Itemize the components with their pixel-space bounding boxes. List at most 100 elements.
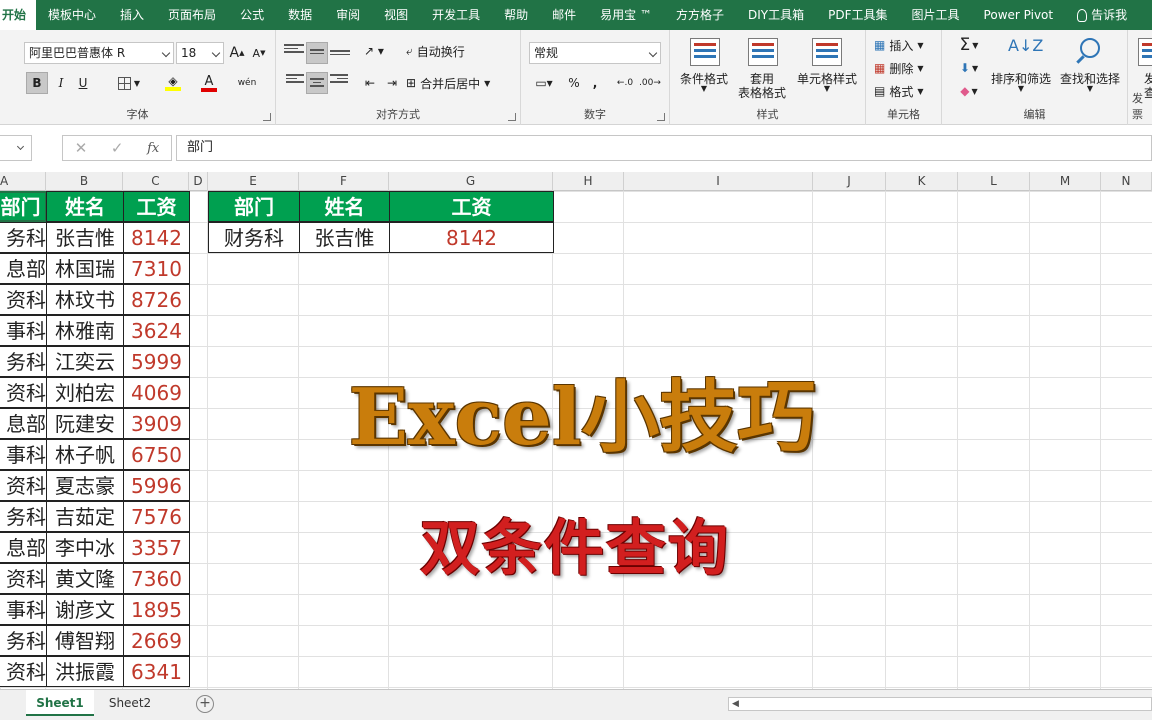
shrink-font-button[interactable]: A ▼ (250, 42, 268, 64)
autosum-button[interactable]: Σ ▼ (954, 34, 984, 56)
column-header[interactable]: G (389, 172, 553, 191)
table-cell[interactable]: 林国瑞 (46, 253, 124, 284)
table-cell[interactable]: 7310 (123, 253, 190, 284)
horizontal-scrollbar[interactable]: ◀ (728, 697, 1152, 711)
column-header[interactable]: A (0, 172, 46, 191)
formula-input[interactable]: 部门 (176, 135, 1152, 161)
insert-function-icon[interactable]: fx (147, 141, 159, 156)
table-header-cell[interactable]: 工资 (123, 191, 190, 222)
table-cell[interactable]: 务科 (0, 501, 47, 532)
table-cell[interactable]: 务科 (0, 346, 47, 377)
column-header[interactable]: I (624, 172, 813, 191)
table-cell[interactable]: 5996 (123, 470, 190, 501)
clear-button[interactable]: ◆ ▼ (954, 80, 984, 102)
merge-center-button[interactable]: ⊞ 合并后居中 ▼ (406, 72, 506, 94)
table-cell[interactable]: 6750 (123, 439, 190, 470)
column-header[interactable]: H (553, 172, 624, 191)
table-cell[interactable]: 傅智翔 (46, 625, 124, 656)
table-cell[interactable]: 事科 (0, 315, 47, 346)
table-cell[interactable]: 洪振霞 (46, 656, 124, 687)
underline-button[interactable]: U (74, 72, 92, 94)
align-bottom-button[interactable] (330, 40, 350, 62)
table-cell[interactable]: 事科 (0, 439, 47, 470)
table-cell[interactable]: 林玟书 (46, 284, 124, 315)
format-as-table-button[interactable]: 套用 表格格式 (732, 30, 792, 102)
menu-tab[interactable]: 审阅 (324, 0, 372, 30)
table-cell[interactable]: 资科 (0, 563, 47, 594)
menu-tab[interactable]: DIY工具箱 (736, 0, 816, 30)
table-cell[interactable]: 李中冰 (46, 532, 124, 563)
conditional-format-button[interactable]: 条件格式 ▼ (674, 30, 734, 102)
table-cell[interactable]: 务科 (0, 222, 47, 253)
menu-tab[interactable]: 数据 (276, 0, 324, 30)
menu-tab[interactable]: 视图 (372, 0, 420, 30)
insert-cells-button[interactable]: ▦ 插入 ▼ (874, 34, 936, 56)
column-header[interactable]: J (813, 172, 886, 191)
comma-button[interactable]: , (587, 72, 603, 94)
menu-tab[interactable]: 邮件 (540, 0, 588, 30)
menu-tab[interactable]: 图片工具 (900, 0, 972, 30)
table-cell[interactable]: 资科 (0, 284, 47, 315)
menu-tab[interactable]: 插入 (108, 0, 156, 30)
table-cell[interactable]: 7360 (123, 563, 190, 594)
table-cell[interactable]: 林子帆 (46, 439, 124, 470)
scroll-left-icon[interactable]: ◀ (732, 699, 739, 709)
add-sheet-icon[interactable]: + (196, 695, 214, 713)
dialog-launcher-icon[interactable] (508, 113, 516, 121)
menu-tab[interactable]: 页面布局 (156, 0, 228, 30)
column-header[interactable]: M (1030, 172, 1101, 191)
menu-tab[interactable]: 方方格子 (664, 0, 736, 30)
table-cell[interactable]: 3357 (123, 532, 190, 563)
table-cell[interactable]: 5999 (123, 346, 190, 377)
menu-tab[interactable]: 易用宝 ™ (588, 0, 664, 30)
increase-decimal-button[interactable]: ←.0 (615, 72, 635, 94)
align-middle-button[interactable] (306, 42, 328, 64)
table-cell[interactable]: 谢彦文 (46, 594, 124, 625)
align-left-button[interactable] (286, 72, 304, 94)
lookup-result-cell[interactable]: 8142 (389, 222, 554, 253)
table-cell[interactable]: 黄文隆 (46, 563, 124, 594)
bold-button[interactable]: B (26, 72, 48, 94)
table-cell[interactable]: 吉茹定 (46, 501, 124, 532)
increase-indent-button[interactable]: ⇥ (382, 72, 402, 94)
align-center-button[interactable] (306, 72, 328, 94)
table-cell[interactable]: 6341 (123, 656, 190, 687)
lookup-result-cell[interactable]: 财务科 (208, 222, 300, 253)
table-header-cell[interactable]: 姓名 (46, 191, 124, 222)
delete-cells-button[interactable]: ▦ 删除 ▼ (874, 57, 936, 79)
table-cell[interactable]: 息部 (0, 408, 47, 439)
table-cell[interactable]: 阮建安 (46, 408, 124, 439)
table-cell[interactable]: 8142 (123, 222, 190, 253)
wrap-text-button[interactable]: ⤶ 自动换行 (406, 40, 486, 62)
column-header[interactable]: B (46, 172, 123, 191)
column-header[interactable]: K (886, 172, 958, 191)
font-family-select[interactable]: 阿里巴巴普惠体 R (24, 42, 174, 64)
tell-me-box[interactable]: 告诉我 (1065, 0, 1139, 30)
table-cell[interactable]: 资科 (0, 656, 47, 687)
table-cell[interactable]: 资科 (0, 470, 47, 501)
table-cell[interactable]: 3909 (123, 408, 190, 439)
grow-font-button[interactable]: A ▲ (228, 42, 246, 64)
cell-styles-button[interactable]: 单元格样式 ▼ (790, 30, 864, 102)
align-top-button[interactable] (284, 40, 304, 62)
lookup-result-cell[interactable]: 张吉惟 (299, 222, 390, 253)
table-header-cell[interactable]: 部门 (0, 191, 47, 222)
menu-tab[interactable]: 开始 (0, 0, 37, 30)
table-cell[interactable]: 夏志豪 (46, 470, 124, 501)
table-cell[interactable]: 林雅南 (46, 315, 124, 346)
lookup-header-cell[interactable]: 部门 (208, 191, 300, 222)
table-cell[interactable]: 2669 (123, 625, 190, 656)
menu-tab[interactable]: Power Pivot (972, 0, 1066, 30)
confirm-icon[interactable]: ✓ (111, 139, 124, 157)
dialog-launcher-icon[interactable] (657, 113, 665, 121)
table-cell[interactable]: 息部 (0, 253, 47, 284)
column-header[interactable]: D (189, 172, 208, 191)
font-color-button[interactable]: A (194, 72, 224, 94)
sheet-tab-sheet1[interactable]: Sheet1 (26, 690, 94, 716)
menu-tab[interactable]: 模板中心 (36, 0, 108, 30)
menu-tab[interactable]: PDF工具集 (816, 0, 899, 30)
table-cell[interactable]: 江奕云 (46, 346, 124, 377)
decrease-decimal-button[interactable]: .00→ (639, 72, 661, 94)
cancel-icon[interactable]: ✕ (75, 139, 88, 157)
currency-button[interactable]: ▭▾ (529, 72, 559, 94)
